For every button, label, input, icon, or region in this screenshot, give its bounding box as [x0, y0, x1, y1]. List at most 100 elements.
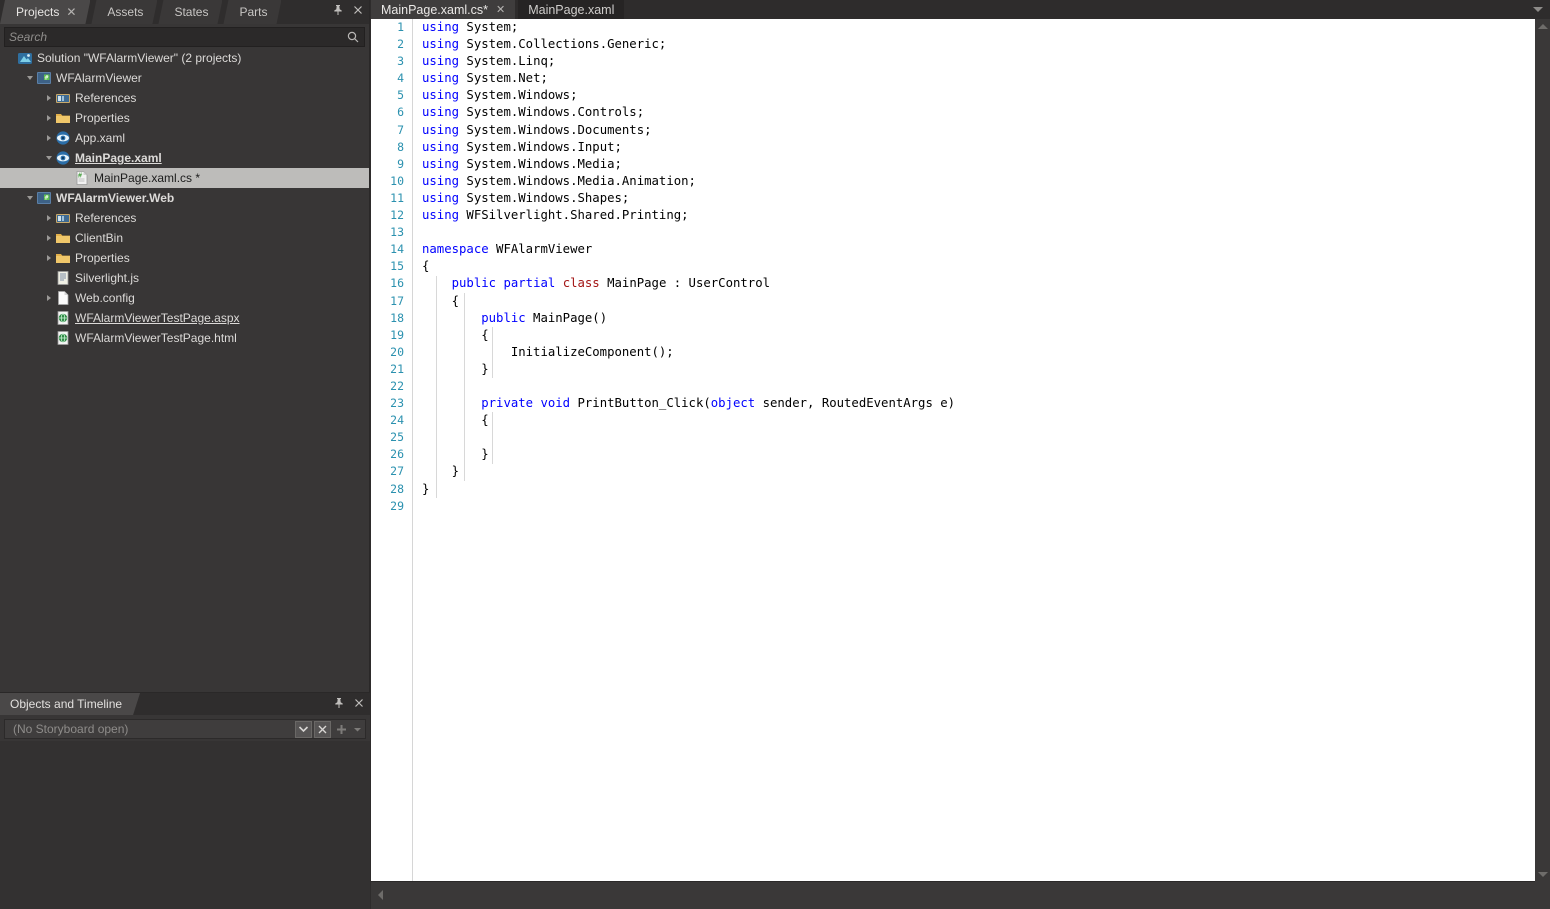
line-number: 29 — [371, 498, 409, 515]
code-line[interactable]: 26 } — [371, 446, 1535, 463]
code-line[interactable]: 29 — [371, 498, 1535, 515]
horizontal-scrollbar[interactable] — [371, 881, 1535, 909]
project-tree[interactable]: Solution "WFAlarmViewer" (2 projects)#WF… — [0, 48, 369, 692]
code-line[interactable]: 14namespace WFAlarmViewer — [371, 241, 1535, 258]
storyboard-new-button[interactable] — [333, 721, 350, 738]
tab-states[interactable]: States — [158, 0, 222, 24]
code-text — [409, 378, 1535, 395]
tree-item[interactable]: Web.config — [0, 288, 369, 308]
search-box[interactable] — [4, 27, 365, 47]
panel-window-controls — [331, 3, 365, 17]
tree-item[interactable]: Properties — [0, 108, 369, 128]
expand-collapse-open-icon[interactable] — [42, 148, 55, 168]
expand-collapse-closed-icon[interactable] — [42, 228, 55, 248]
code-line[interactable]: 21 } — [371, 361, 1535, 378]
scroll-down-icon[interactable] — [1535, 867, 1550, 881]
code-line[interactable]: 2using System.Collections.Generic; — [371, 36, 1535, 53]
close-icon[interactable] — [351, 3, 365, 17]
code-line[interactable]: 10using System.Windows.Media.Animation; — [371, 173, 1535, 190]
tree-item[interactable]: #WFAlarmViewer.Web — [0, 188, 369, 208]
code-line[interactable]: 22 — [371, 378, 1535, 395]
expand-collapse-closed-icon[interactable] — [42, 248, 55, 268]
scroll-left-icon[interactable] — [373, 888, 387, 902]
code-line[interactable]: 27 } — [371, 463, 1535, 480]
tab-parts[interactable]: Parts — [223, 0, 281, 24]
storyboard-close-button[interactable] — [314, 721, 331, 738]
code-line[interactable]: 15{ — [371, 258, 1535, 275]
code-line[interactable]: 28} — [371, 481, 1535, 498]
document-tab-mainpage-xaml-cs[interactable]: MainPage.xaml.cs* ✕ — [371, 0, 515, 19]
search-icon[interactable] — [346, 30, 360, 44]
code-line[interactable]: 8using System.Windows.Input; — [371, 139, 1535, 156]
tree-item[interactable]: Silverlight.js — [0, 268, 369, 288]
close-icon[interactable]: ✕ — [496, 3, 505, 16]
search-input[interactable] — [9, 30, 346, 44]
code-text: using System; — [409, 19, 1535, 36]
code-text: { — [409, 258, 1535, 275]
tree-item[interactable]: MainPage.xaml — [0, 148, 369, 168]
code-line[interactable]: 7using System.Windows.Documents; — [371, 122, 1535, 139]
tree-item[interactable]: WFAlarmViewerTestPage.aspx — [0, 308, 369, 328]
code-line[interactable]: 20 InitializeComponent(); — [371, 344, 1535, 361]
expand-collapse-closed-icon[interactable] — [42, 128, 55, 148]
code-line[interactable]: 19 { — [371, 327, 1535, 344]
code-line[interactable]: 4using System.Net; — [371, 70, 1535, 87]
code-line[interactable]: 9using System.Windows.Media; — [371, 156, 1535, 173]
tree-item[interactable]: References — [0, 208, 369, 228]
close-icon[interactable]: ✕ — [66, 6, 76, 18]
tree-item[interactable]: Properties — [0, 248, 369, 268]
tree-item[interactable]: References — [0, 88, 369, 108]
tree-item[interactable]: Solution "WFAlarmViewer" (2 projects) — [0, 48, 369, 68]
web-file-icon — [55, 310, 71, 326]
expand-collapse-closed-icon[interactable] — [42, 288, 55, 308]
code-text: } — [409, 361, 1535, 378]
code-lines[interactable]: 1using System;2using System.Collections.… — [371, 19, 1535, 881]
code-line[interactable]: 5using System.Windows; — [371, 87, 1535, 104]
expand-collapse-closed-icon[interactable] — [42, 208, 55, 228]
close-icon[interactable] — [352, 696, 366, 710]
vertical-scrollbar[interactable] — [1535, 19, 1550, 881]
code-text: } — [409, 463, 1535, 480]
expand-collapse-open-icon[interactable] — [23, 188, 36, 208]
code-line[interactable]: 13 — [371, 224, 1535, 241]
code-line[interactable]: 6using System.Windows.Controls; — [371, 104, 1535, 121]
pin-icon[interactable] — [331, 3, 345, 17]
tree-item[interactable]: WFAlarmViewerTestPage.html — [0, 328, 369, 348]
code-line[interactable]: 17 { — [371, 293, 1535, 310]
scroll-up-icon[interactable] — [1535, 19, 1550, 33]
expand-collapse-closed-icon[interactable] — [42, 88, 55, 108]
code-text: using System.Windows.Input; — [409, 139, 1535, 156]
tree-indent — [0, 268, 42, 288]
code-line[interactable]: 1using System; — [371, 19, 1535, 36]
code-line[interactable]: 16 public partial class MainPage : UserC… — [371, 275, 1535, 292]
tree-item-label: MainPage.xaml — [75, 148, 162, 168]
line-number: 15 — [371, 258, 409, 275]
code-line[interactable]: 3using System.Linq; — [371, 53, 1535, 70]
objects-panel-window-controls — [332, 696, 366, 710]
code-line[interactable]: 23 private void PrintButton_Click(object… — [371, 395, 1535, 412]
document-tab-mainpage-xaml[interactable]: MainPage.xaml — [518, 0, 624, 19]
tree-item[interactable]: ClientBin — [0, 228, 369, 248]
code-line[interactable]: 18 public MainPage() — [371, 310, 1535, 327]
code-line[interactable]: 11using System.Windows.Shapes; — [371, 190, 1535, 207]
config-file-icon — [55, 290, 71, 306]
tree-item-label: MainPage.xaml.cs * — [94, 168, 200, 188]
code-line[interactable]: 25 — [371, 429, 1535, 446]
storyboard-picker-button[interactable] — [295, 721, 312, 738]
tree-item[interactable]: #WFAlarmViewer — [0, 68, 369, 88]
line-number: 12 — [371, 207, 409, 224]
tab-objects-and-timeline[interactable]: Objects and Timeline — [0, 693, 140, 715]
tab-assets[interactable]: Assets — [91, 0, 157, 24]
pin-icon[interactable] — [332, 696, 346, 710]
tree-item[interactable]: #MainPage.xaml.cs * — [0, 168, 369, 188]
storyboard-new-dropdown[interactable] — [352, 721, 363, 738]
tab-projects[interactable]: Projects ✕ — [0, 0, 90, 24]
expand-collapse-closed-icon[interactable] — [42, 108, 55, 128]
code-line[interactable]: 12using WFSilverlight.Shared.Printing; — [371, 207, 1535, 224]
code-text: { — [409, 327, 1535, 344]
tree-item[interactable]: App.xaml — [0, 128, 369, 148]
expand-collapse-open-icon[interactable] — [23, 68, 36, 88]
chevron-down-icon[interactable] — [1532, 3, 1544, 15]
code-line[interactable]: 24 { — [371, 412, 1535, 429]
code-surface[interactable]: 1using System;2using System.Collections.… — [371, 19, 1535, 881]
